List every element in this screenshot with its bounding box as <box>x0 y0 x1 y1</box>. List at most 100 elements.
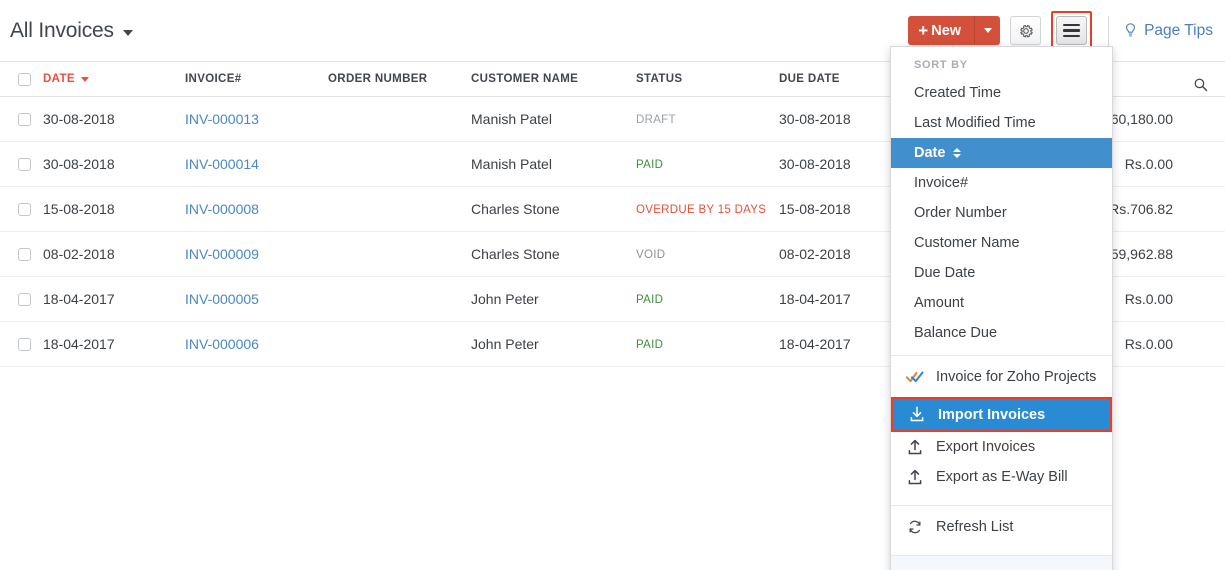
list-menu-button[interactable] <box>1056 16 1087 45</box>
menu-sort-item-label: Order Number <box>914 205 1007 221</box>
page-title-dropdown[interactable]: All Invoices <box>0 19 133 43</box>
menu-sort-item[interactable]: Invoice# <box>891 168 1112 198</box>
cell-invoice-link[interactable]: INV-000008 <box>185 201 328 217</box>
row-select-cell <box>0 158 40 171</box>
cell-date: 08-02-2018 <box>40 246 185 262</box>
cell-customer-name: Manish Patel <box>471 111 636 127</box>
hamburger-line <box>1063 35 1080 38</box>
menu-sort-item-label: Created Time <box>914 85 1001 101</box>
sort-descending-icon <box>81 77 89 82</box>
menu-sort-item[interactable]: Due Date <box>891 258 1112 288</box>
status-badge: PAID <box>636 339 663 351</box>
cell-status: DRAFT <box>636 110 779 128</box>
row-select-cell <box>0 203 40 216</box>
search-button[interactable] <box>1188 72 1212 96</box>
status-badge: OVERDUE BY 15 DAYS <box>636 204 766 216</box>
row-checkbox[interactable] <box>18 248 31 261</box>
column-header-customer-name[interactable]: CUSTOMER NAME <box>471 73 636 85</box>
status-badge: PAID <box>636 159 663 171</box>
menu-sort-item[interactable]: Balance Due <box>891 318 1112 348</box>
cell-invoice-link[interactable]: INV-000013 <box>185 111 328 127</box>
hamburger-line <box>1063 29 1080 32</box>
menu-sort-item-label: Balance Due <box>914 325 997 341</box>
column-header-status[interactable]: STATUS <box>636 73 779 85</box>
new-invoice-button-group: + New <box>908 16 1000 45</box>
menu-item-refresh-list-label: Refresh List <box>936 519 1013 535</box>
cell-status: OVERDUE BY 15 DAYS <box>636 200 779 218</box>
menu-sort-item-label: Invoice# <box>914 175 968 191</box>
column-header-date-label: DATE <box>43 73 75 85</box>
select-all-checkbox[interactable] <box>18 73 31 86</box>
menu-sort-item[interactable]: Customer Name <box>891 228 1112 258</box>
download-icon <box>907 406 927 424</box>
menu-action-list: Invoice for Zoho Projects Import Invoices… <box>891 356 1112 498</box>
upload-icon <box>905 468 925 486</box>
menu-action-item-label: Export as E-Way Bill <box>936 469 1068 485</box>
page-tips-label: Page Tips <box>1144 22 1213 40</box>
cell-status: VOID <box>636 245 779 263</box>
cell-date: 15-08-2018 <box>40 201 185 217</box>
column-header-invoice[interactable]: INVOICE# <box>185 73 328 85</box>
column-header-order-number[interactable]: ORDER NUMBER <box>328 73 471 85</box>
new-button-label: New <box>931 23 961 39</box>
refresh-icon <box>905 518 925 536</box>
cell-customer-name: Manish Patel <box>471 156 636 172</box>
caret-down-icon <box>123 30 133 36</box>
menu-sort-item[interactable]: Last Modified Time <box>891 108 1112 138</box>
page-tips-button[interactable]: Page Tips <box>1123 22 1213 40</box>
menu-sort-item-label: Due Date <box>914 265 975 281</box>
settings-button[interactable] <box>1010 16 1041 45</box>
cell-date: 30-08-2018 <box>40 156 185 172</box>
cell-invoice-link[interactable]: INV-000009 <box>185 246 328 262</box>
row-checkbox[interactable] <box>18 158 31 171</box>
new-button[interactable]: + New <box>908 16 974 45</box>
menu-action-item-label: Export Invoices <box>936 439 1035 455</box>
sort-by-list: Created Time Last Modified Time Date Invoic… <box>891 78 1112 348</box>
menu-sort-item-label: Amount <box>914 295 964 311</box>
cell-date: 18-04-2017 <box>40 336 185 352</box>
list-menu-button-highlight <box>1051 11 1092 50</box>
menu-sort-item[interactable]: Created Time <box>891 78 1112 108</box>
menu-item-refresh-list[interactable]: Refresh List <box>891 512 1112 542</box>
row-select-cell <box>0 338 40 351</box>
menu-item-page-tips[interactable]: Page Tips <box>891 562 1112 570</box>
refresh-group: Refresh List <box>891 506 1112 548</box>
sort-toggle-icon[interactable] <box>953 148 961 158</box>
cell-invoice-link[interactable]: INV-000006 <box>185 336 328 352</box>
list-options-dropdown: SORT BY Created Time Last Modified Time Da… <box>890 46 1113 570</box>
menu-sort-item[interactable]: Amount <box>891 288 1112 318</box>
row-select-cell <box>0 248 40 261</box>
new-button-dropdown-toggle[interactable] <box>974 16 1000 45</box>
toolbar-actions: + New <box>908 11 1225 50</box>
menu-sort-item-label: Customer Name <box>914 235 1020 251</box>
row-checkbox[interactable] <box>18 293 31 306</box>
status-badge: VOID <box>636 249 665 261</box>
menu-action-item[interactable]: Export as E-Way Bill <box>891 462 1112 492</box>
sort-by-label: SORT BY <box>891 47 1112 78</box>
invoices-page: All Invoices + New <box>0 0 1225 570</box>
cell-invoice-link[interactable]: INV-000014 <box>185 156 328 172</box>
menu-action-item[interactable]: Import Invoices <box>893 399 1110 430</box>
menu-sort-item[interactable]: Date <box>891 138 1112 168</box>
row-checkbox[interactable] <box>18 203 31 216</box>
menu-action-item[interactable]: Invoice for Zoho Projects <box>891 362 1112 392</box>
menu-action-item-label: Import Invoices <box>938 407 1045 423</box>
menu-sort-item[interactable]: Order Number <box>891 198 1112 228</box>
plus-icon: + <box>918 22 928 39</box>
column-header-date[interactable]: DATE <box>40 73 185 85</box>
cell-invoice-link[interactable]: INV-000005 <box>185 291 328 307</box>
row-checkbox[interactable] <box>18 338 31 351</box>
menu-action-item[interactable]: Export Invoices <box>891 432 1112 462</box>
row-select-cell <box>0 293 40 306</box>
cell-customer-name: John Peter <box>471 336 636 352</box>
menu-item-highlight: Import Invoices <box>891 397 1112 432</box>
page-title: All Invoices <box>10 19 114 43</box>
select-all-cell <box>0 73 40 86</box>
hamburger-line <box>1063 24 1080 27</box>
toolbar-divider <box>1108 16 1109 46</box>
upload-icon <box>905 438 925 456</box>
menu-sort-item-label: Date <box>914 145 945 161</box>
status-badge: DRAFT <box>636 114 676 126</box>
row-checkbox[interactable] <box>18 113 31 126</box>
lightbulb-icon <box>1123 22 1138 39</box>
